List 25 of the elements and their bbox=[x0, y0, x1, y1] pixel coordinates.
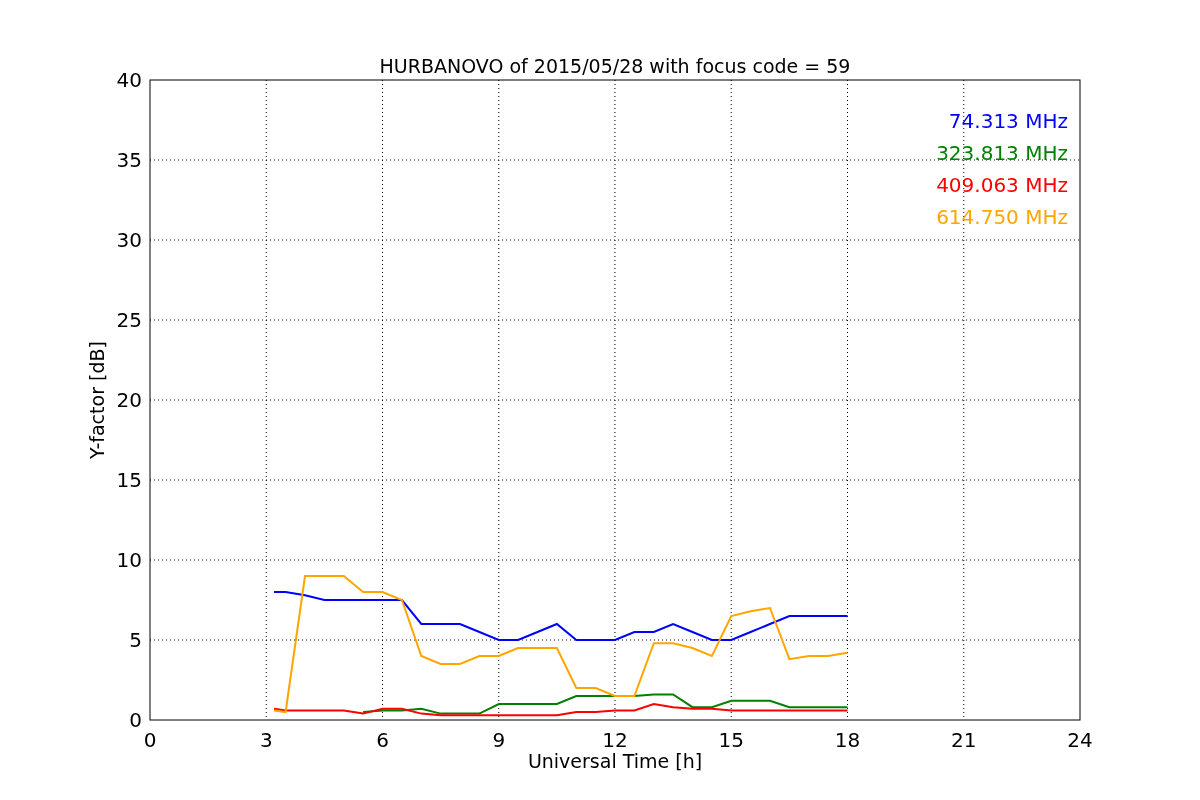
y-tick-label: 20 bbox=[116, 388, 142, 412]
x-tick-label: 0 bbox=[143, 728, 157, 752]
legend-label: 409.063 MHz bbox=[936, 173, 1068, 197]
x-axis-label: Universal Time [h] bbox=[527, 750, 703, 772]
y-tick-label: 0 bbox=[129, 708, 142, 732]
legend-label: 74.313 MHz bbox=[948, 109, 1068, 133]
y-tick-label: 15 bbox=[116, 468, 142, 492]
y-tick-label: 10 bbox=[116, 548, 142, 572]
y-tick-label: 35 bbox=[116, 148, 142, 172]
legend-label: 614.750 MHz bbox=[936, 205, 1068, 229]
y-axis-label: Y-factor [dB] bbox=[86, 341, 108, 459]
chart-title: HURBANOVO of 2015/05/28 with focus code = 59 bbox=[379, 55, 851, 77]
x-tick-label: 6 bbox=[376, 728, 389, 752]
y-tick-label: 40 bbox=[116, 68, 142, 92]
x-tick-label: 9 bbox=[492, 728, 506, 752]
x-tick-label: 12 bbox=[602, 728, 628, 752]
legend-label: 323.813 MHz bbox=[936, 141, 1068, 165]
x-tick-label: 21 bbox=[951, 728, 977, 752]
x-tick-label: 24 bbox=[1067, 728, 1093, 752]
x-tick-label: 15 bbox=[718, 728, 744, 752]
x-tick-label: 3 bbox=[259, 728, 273, 752]
y-tick-label: 30 bbox=[116, 228, 142, 252]
y-tick-label: 5 bbox=[129, 628, 142, 652]
y-tick-label: 25 bbox=[116, 308, 142, 332]
x-tick-label: 18 bbox=[834, 728, 861, 752]
